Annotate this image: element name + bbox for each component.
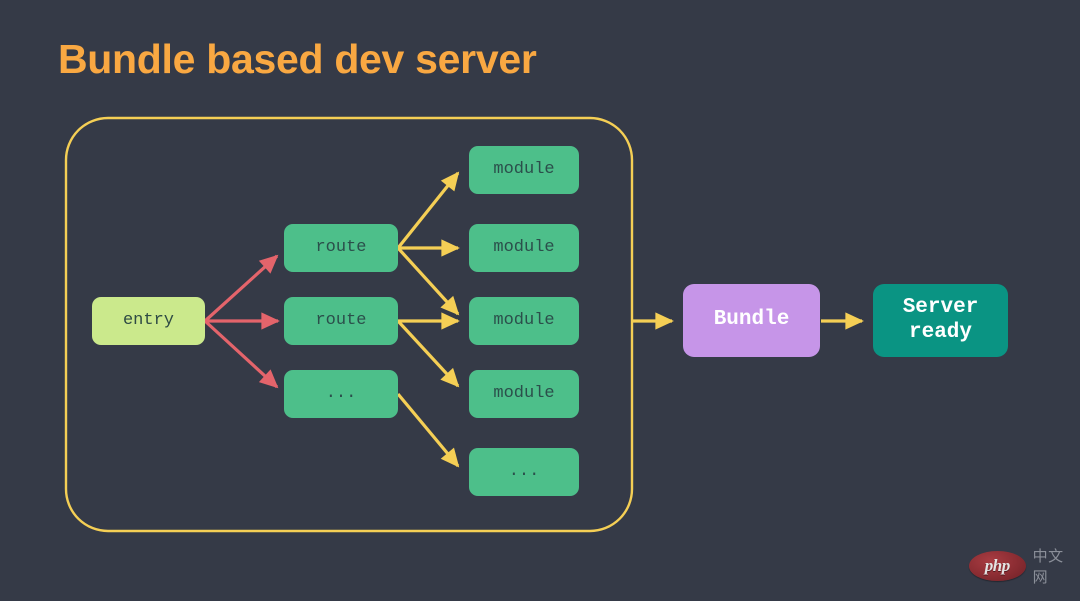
node-module-5-label: ... <box>509 462 540 482</box>
node-route-2[interactable]: route <box>284 297 398 345</box>
node-route-1-label: route <box>315 238 366 258</box>
node-entry-label: entry <box>123 311 174 331</box>
node-module-4[interactable]: module <box>469 370 579 418</box>
node-route-2-label: route <box>315 311 366 331</box>
node-module-1[interactable]: module <box>469 146 579 194</box>
node-server-ready[interactable]: Server ready <box>873 284 1008 357</box>
node-module-4-label: module <box>493 384 554 404</box>
node-module-3-label: module <box>493 311 554 331</box>
node-route-1[interactable]: route <box>284 224 398 272</box>
node-bundle[interactable]: Bundle <box>683 284 820 357</box>
node-route-3-label: ... <box>326 384 357 404</box>
node-bundle-label: Bundle <box>714 308 790 333</box>
edge-entry-route1 <box>205 256 277 321</box>
watermark-site-text: 中文网 <box>1033 545 1075 587</box>
node-route-3-ellipsis[interactable]: ... <box>284 370 398 418</box>
php-logo-icon: php <box>969 551 1026 581</box>
node-module-2[interactable]: module <box>469 224 579 272</box>
edge-route1-module1 <box>398 173 458 248</box>
watermark: php 中文网 <box>969 549 1075 583</box>
slide-canvas: Bundle based dev server <box>0 0 1080 601</box>
php-logo-text: php <box>985 556 1010 576</box>
edge-route3-module5 <box>398 394 458 466</box>
node-entry[interactable]: entry <box>92 297 205 345</box>
node-module-5-ellipsis[interactable]: ... <box>469 448 579 496</box>
node-module-2-label: module <box>493 238 554 258</box>
edge-route2-module4 <box>398 321 458 386</box>
edge-entry-route3 <box>205 321 277 387</box>
node-module-1-label: module <box>493 160 554 180</box>
node-module-3[interactable]: module <box>469 297 579 345</box>
edge-route1-module3 <box>398 248 458 314</box>
node-server-ready-line1: Server <box>903 296 979 321</box>
node-server-ready-line2: ready <box>909 321 972 346</box>
